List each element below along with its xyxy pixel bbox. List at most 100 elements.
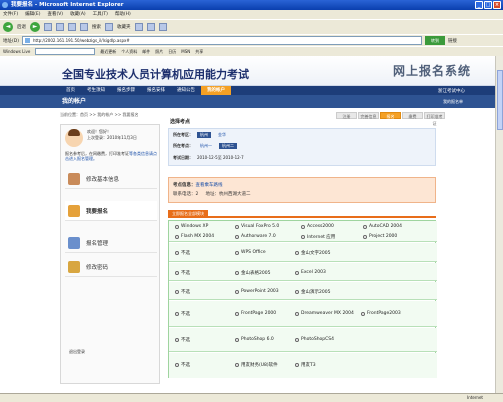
forward-icon[interactable]: ►	[30, 22, 40, 32]
subject-option[interactable]: 不选	[175, 270, 190, 276]
subject-option[interactable]: WPS Office	[235, 250, 266, 255]
subject-label: 不选	[181, 251, 190, 256]
link-msn[interactable]: MSN	[181, 49, 190, 54]
subject-label: 不选	[181, 290, 190, 295]
subject-option[interactable]: 不选	[175, 250, 190, 256]
menu-tools[interactable]: 工具(T)	[93, 10, 108, 19]
user-greeting: 欢迎！您好！ 上次登录：2010年11月3日	[87, 129, 137, 141]
windows-live-search[interactable]	[35, 48, 96, 55]
subject-option[interactable]: 不选	[175, 337, 190, 343]
nav-schedule[interactable]: 报名安排	[141, 86, 171, 95]
link-recent[interactable]: 最近更新	[100, 49, 116, 55]
subject-option[interactable]: Project 2000	[363, 234, 397, 239]
sidebar-item-password[interactable]: 修改密码	[65, 257, 157, 277]
subject-label: Authorware 7.0	[241, 234, 276, 239]
subject-option[interactable]: Access2000	[301, 224, 334, 229]
tab-all-modules[interactable]: 立即报名全部模块	[168, 210, 208, 218]
subject-option[interactable]: 不选	[175, 311, 190, 317]
site-info-title: 考点信息：查看乘车路线	[173, 182, 223, 188]
subject-option[interactable]: Excel 2003	[295, 270, 326, 275]
go-button[interactable]: 转到	[424, 36, 445, 45]
subject-option[interactable]: Flash MX 2004	[175, 234, 214, 239]
region-option-jinhua[interactable]: 金华	[215, 132, 229, 138]
subject-option[interactable]: Visual FoxPro 5.0	[235, 224, 279, 229]
sidebar-item-manage[interactable]: 报名管理	[65, 233, 157, 253]
link-calendar[interactable]: 日历	[168, 49, 176, 55]
subject-option[interactable]: Dreamweaver MX 2004	[295, 311, 354, 316]
checkbox-icon	[175, 224, 179, 229]
history-icon[interactable]	[134, 23, 143, 31]
stop-icon[interactable]	[44, 23, 52, 31]
scrollbar-thumb[interactable]	[497, 70, 503, 130]
internet-zone: Internet	[467, 395, 483, 400]
subject-option[interactable]: 不选	[175, 362, 190, 368]
print-icon[interactable]	[158, 23, 167, 31]
site-option-1[interactable]: 杭州一	[197, 143, 215, 149]
subject-option[interactable]: 金山文字2005	[295, 250, 330, 256]
site-address: 地址：杭州西湖大道二	[205, 192, 251, 197]
subject-option[interactable]: FrontPage 2000	[235, 311, 276, 316]
subject-option[interactable]: Windows XP	[175, 224, 208, 229]
link-profile[interactable]: 个人资料	[121, 49, 137, 55]
home-icon[interactable]	[68, 23, 76, 31]
subject-option[interactable]: 金山表格2005	[235, 270, 270, 276]
maximize-button[interactable]: □	[484, 1, 492, 9]
nav-home[interactable]: 首页	[60, 86, 81, 95]
site-phone: 联系电话：2	[173, 192, 199, 197]
nav-notice[interactable]: 考生须知	[81, 86, 111, 95]
refresh-icon[interactable]	[56, 23, 64, 31]
link-share[interactable]: 共享	[195, 49, 203, 55]
menu-view[interactable]: 查看(V)	[47, 10, 63, 19]
address-input[interactable]: http://2002.161.191.50/webzigs_il/lsigdl…	[21, 36, 422, 45]
back-icon[interactable]: ◄	[3, 22, 13, 32]
links-label[interactable]: 链接	[448, 38, 457, 44]
mail-icon[interactable]	[146, 23, 155, 31]
subject-label: 用友财务(U8)软件	[241, 363, 278, 368]
radio-icon	[361, 311, 365, 316]
subject-option[interactable]: PhotoShop 6.0	[235, 337, 274, 342]
search-button[interactable]: 搜索	[92, 24, 101, 30]
link-photos[interactable]: 照片	[155, 49, 163, 55]
menu-help[interactable]: 帮助(H)	[115, 10, 131, 19]
sidebar-item-apply[interactable]: 我要报名	[65, 201, 157, 221]
close-button[interactable]: ×	[493, 1, 501, 9]
subject-option[interactable]: 金山演示2005	[295, 289, 330, 295]
subject-option[interactable]: AutoCAD 2004	[363, 224, 402, 229]
subject-row: 不选 WPS Office 金山文字2005	[169, 243, 437, 262]
subject-label: PhotoShop 6.0	[241, 337, 274, 342]
subject-option[interactable]: 用友T3	[295, 362, 316, 368]
search-icon[interactable]	[80, 23, 88, 31]
link-mail[interactable]: 邮件	[142, 49, 150, 55]
subject-option[interactable]: 用友财务(U8)软件	[235, 362, 278, 368]
my-registration-link[interactable]: 我的报名单	[443, 95, 463, 108]
back-button[interactable]: 后退	[17, 24, 26, 30]
favorites-icon[interactable]	[105, 23, 113, 31]
sidebar-item-edit-info[interactable]: 修改基本信息	[65, 169, 157, 189]
menu-edit[interactable]: 编辑(E)	[25, 10, 40, 19]
region-option-hangzhou[interactable]: 杭州	[197, 132, 211, 138]
site-option-2[interactable]: 杭州二	[219, 143, 237, 149]
subject-option[interactable]: Authorware 7.0	[235, 234, 276, 239]
site-row: 所在考点： 杭州一 杭州二	[173, 143, 237, 149]
subject-option[interactable]: PowerPoint 2003	[235, 289, 279, 294]
subject-option[interactable]: Internet 应用	[301, 234, 335, 240]
sidebar-notice: 报名参考后，在网缴费，打印准考证等各类信息请点击进入报名管理。	[65, 151, 157, 161]
route-link[interactable]: 查看乘车路线	[196, 183, 223, 188]
favorites-button[interactable]: 收藏夹	[117, 24, 131, 30]
radio-icon	[175, 312, 179, 316]
sidebar-item-label: 报名管理	[86, 240, 109, 247]
nav-steps[interactable]: 报名步骤	[111, 86, 141, 95]
minimize-button[interactable]: _	[475, 1, 483, 9]
subject-label: 不选	[181, 338, 190, 343]
vertical-scrollbar[interactable]	[495, 56, 503, 393]
subject-option[interactable]: 不选	[175, 289, 190, 295]
logout-link[interactable]: 退出登录	[69, 349, 85, 355]
subject-row: Windows XP Visual FoxPro 5.0 Access2000 …	[169, 221, 437, 242]
nav-exam-center[interactable]: 浙江考试中心	[438, 88, 465, 94]
document-icon	[68, 236, 80, 249]
menu-file[interactable]: 文件(F)	[3, 10, 18, 19]
subject-option[interactable]: PhotoShopCS4	[295, 337, 334, 342]
menu-favorites[interactable]: 收藏(A)	[70, 10, 86, 19]
subject-option[interactable]: FrontPage2003	[361, 311, 401, 316]
subject-grid: Windows XP Visual FoxPro 5.0 Access2000 …	[168, 220, 437, 378]
